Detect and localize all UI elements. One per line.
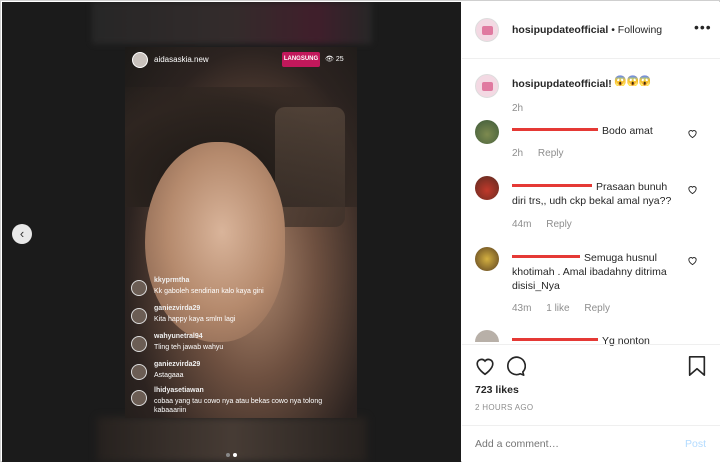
comment-meta: 2h Reply — [512, 148, 575, 159]
live-comment-user: kkyprmtha — [154, 277, 190, 284]
bookmark-icon[interactable] — [687, 355, 707, 377]
live-comment-text: cobaa yang tau cowo nya atau bekas cowo … — [154, 398, 323, 414]
comment-text: Bodo amat — [602, 125, 653, 137]
like-heart-icon[interactable] — [474, 355, 496, 377]
live-comment-text: Tling teh jawab wahyu — [154, 344, 224, 351]
live-comment-text: Astagaaa — [154, 372, 184, 379]
carousel-dots — [226, 444, 240, 462]
heart-outline-icon[interactable] — [687, 184, 698, 195]
story-header: aidasaskia.new LANGSUNG 👁 25 — [125, 47, 357, 75]
post-side-panel: hosipupdateofficial • Following ••• hosi… — [462, 2, 720, 462]
caption-username[interactable]: hosipupdateofficial! — [512, 78, 612, 90]
post-actions: 723 likes 2 HOURS AGO Post — [462, 344, 720, 464]
reply-button[interactable]: Reply — [584, 303, 610, 314]
heart-outline-icon[interactable] — [687, 255, 698, 266]
comment-text: Semuga husnul khotimah . Amal ibadahny d… — [512, 252, 667, 292]
reply-button[interactable]: Reply — [538, 148, 564, 159]
follow-status[interactable]: • Following — [611, 24, 662, 36]
viewer-count-value: 25 — [335, 56, 344, 63]
blurred-background-top — [92, 2, 372, 44]
story-username: aidasaskia.new — [154, 55, 209, 64]
live-comment-avatar — [131, 308, 147, 324]
carousel-dot-active — [233, 453, 237, 457]
previous-arrow-icon[interactable]: ‹ — [12, 224, 32, 244]
comment-avatar[interactable] — [475, 176, 499, 200]
comment-time[interactable]: 44m — [512, 219, 531, 230]
post-header: hosipupdateofficial • Following ••• — [462, 2, 720, 59]
live-story-screenshot: aidasaskia.new LANGSUNG 👁 25 kkyprmtha K… — [125, 47, 357, 418]
heart-outline-icon[interactable] — [687, 128, 698, 139]
photo-seatbelt — [275, 107, 345, 227]
add-comment-input[interactable] — [475, 438, 665, 450]
live-comment-user: wahyunetral94 — [154, 333, 203, 340]
add-comment-row: Post — [462, 425, 720, 463]
story-avatar — [132, 52, 148, 68]
reply-button[interactable]: Reply — [546, 219, 572, 230]
live-comment-user: ganiezvirda29 — [154, 305, 201, 312]
live-comment-text: Kita happy kaya smlm lagi — [154, 316, 236, 323]
post-time[interactable]: 2 HOURS AGO — [475, 403, 533, 412]
comment-time[interactable]: 43m — [512, 303, 531, 314]
photo-face — [145, 142, 285, 342]
caption-time[interactable]: 2h — [512, 103, 523, 114]
comment-text: Prasaan bunuh diri trs,, udh ckp bekal a… — [512, 181, 672, 207]
eye-icon: 👁 — [325, 56, 334, 63]
likes-count[interactable]: 723 likes — [475, 384, 519, 396]
comment-meta: 43m 1 like Reply — [512, 303, 622, 314]
comment-avatar[interactable] — [475, 247, 499, 271]
poster-username: hosipupdateofficial • Following — [512, 24, 662, 36]
live-badge: LANGSUNG — [282, 52, 320, 67]
live-comment-user: ganiezvirda29 — [154, 361, 201, 368]
comment-meta: 44m Reply — [512, 219, 584, 230]
live-comment-avatar — [131, 364, 147, 380]
caption-emoji: 😱😱😱 — [614, 76, 652, 87]
comment-avatar[interactable] — [475, 120, 499, 144]
comment-time[interactable]: 2h — [512, 148, 523, 159]
viewer-count: 👁 25 — [325, 52, 344, 67]
comment-bubble-icon[interactable] — [504, 355, 526, 377]
comment-avatar[interactable] — [475, 330, 499, 342]
live-comment-avatar — [131, 280, 147, 296]
live-comment-user: lhidyasetiawan — [154, 387, 204, 394]
poster-avatar[interactable] — [475, 18, 499, 42]
more-options-icon[interactable]: ••• — [694, 19, 712, 35]
media-area: ‹ aidasaskia.new LANGSUNG 👁 25 kkyprmtha… — [2, 2, 461, 462]
live-comment-text: Kk gaboleh sendirian kalo kaya gini — [154, 288, 264, 295]
post-modal: ‹ aidasaskia.new LANGSUNG 👁 25 kkyprmtha… — [0, 0, 720, 462]
comment-likes[interactable]: 1 like — [546, 303, 569, 314]
live-comment-avatar — [131, 390, 147, 406]
carousel-dot — [226, 453, 230, 457]
live-comment-avatar — [131, 336, 147, 352]
caption-avatar[interactable] — [475, 74, 499, 98]
poster-username-link[interactable]: hosipupdateofficial — [512, 24, 608, 36]
post-comment-button[interactable]: Post — [685, 438, 706, 450]
